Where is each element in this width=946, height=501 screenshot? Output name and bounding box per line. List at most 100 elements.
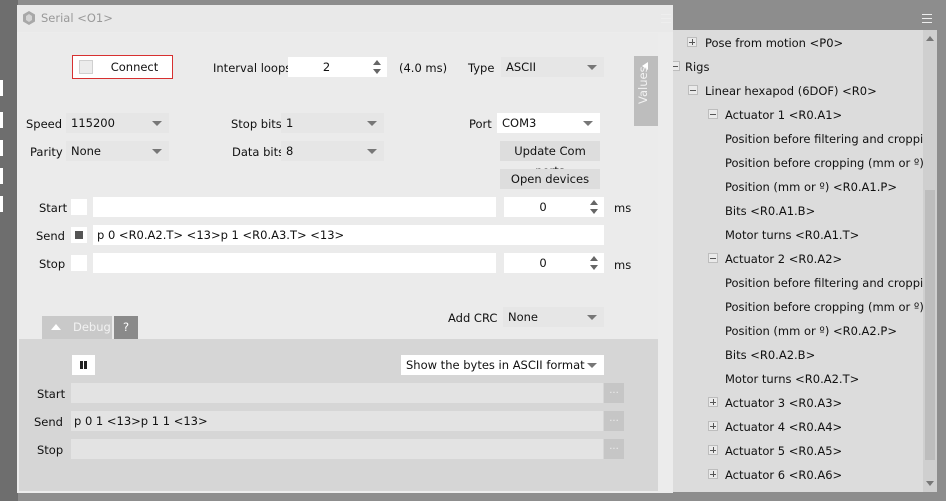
- start-label: Start: [39, 201, 68, 215]
- debug-tab[interactable]: Debug: [42, 316, 112, 339]
- type-label: Type: [468, 61, 495, 75]
- tree-item[interactable]: Position before cropping (mm or º) <R0.A…: [725, 300, 923, 314]
- start-checkbox[interactable]: [71, 199, 87, 215]
- values-tab[interactable]: Values: [634, 56, 658, 126]
- help-button[interactable]: ?: [114, 316, 138, 339]
- expand-icon[interactable]: [708, 469, 718, 479]
- stop-bits-select[interactable]: 1: [281, 113, 384, 133]
- port-value: COM3: [502, 116, 537, 130]
- tree-item[interactable]: Position before cropping (mm or º) <R0.A…: [725, 156, 923, 170]
- tree-item[interactable]: Bits <R0.A2.B>: [725, 348, 815, 362]
- interval-loops-value: 2: [322, 60, 331, 74]
- stepper-up-icon[interactable]: [590, 256, 598, 261]
- tree-item[interactable]: Linear hexapod (6DOF) <R0>: [705, 84, 877, 98]
- collapse-icon[interactable]: [673, 61, 680, 71]
- tree-item[interactable]: Actuator 2 <R0.A2>: [725, 252, 842, 266]
- collapse-icon[interactable]: [708, 109, 718, 119]
- background-mark: [0, 112, 3, 128]
- background-mark: [0, 168, 3, 184]
- collapse-icon[interactable]: [688, 85, 698, 95]
- debug-send-output: p 0 1 <13>p 1 1 <13>: [71, 411, 603, 431]
- tree-scrollbar[interactable]: [923, 30, 937, 492]
- expand-icon[interactable]: [687, 37, 697, 47]
- window-titlebar[interactable]: Serial <O1>: [17, 5, 673, 32]
- scrollbar-thumb[interactable]: [925, 190, 935, 460]
- send-label: Send: [36, 229, 65, 243]
- expand-icon[interactable]: [708, 445, 718, 455]
- send-checkbox[interactable]: [71, 227, 87, 243]
- chevron-down-icon: [587, 315, 597, 320]
- interval-loops-stepper[interactable]: 2: [288, 57, 387, 77]
- tree-item[interactable]: Pose from motion <P0>: [705, 36, 843, 50]
- debug-stop-label: Stop: [37, 443, 64, 457]
- tree-item[interactable]: Position (mm or º) <R0.A1.P>: [725, 180, 897, 194]
- stop-label: Stop: [39, 257, 66, 271]
- tree-item[interactable]: Bits <R0.A1.B>: [725, 204, 815, 218]
- tree-item[interactable]: Actuator 3 <R0.A3>: [725, 396, 842, 410]
- stop-delay-value: 0: [539, 256, 547, 270]
- values-tab-label: Values: [636, 66, 650, 104]
- chevron-down-icon: [152, 121, 162, 126]
- background-left: [0, 0, 18, 501]
- connect-button[interactable]: Connect: [72, 55, 173, 79]
- stop-command-input[interactable]: [93, 253, 496, 273]
- menu-icon[interactable]: [661, 14, 671, 24]
- arrow-up-icon: [51, 324, 61, 330]
- menu-icon[interactable]: [922, 14, 932, 24]
- type-value: ASCII: [506, 60, 536, 74]
- expand-icon[interactable]: [708, 397, 718, 407]
- debug-format-select[interactable]: Show the bytes in ASCII format: [401, 355, 604, 375]
- debug-start-browse-button[interactable]: ...: [604, 383, 624, 403]
- stepper-down-icon[interactable]: [373, 69, 381, 74]
- parity-select[interactable]: None: [66, 141, 169, 161]
- connect-label: Connect: [110, 60, 159, 74]
- stop-bits-label: Stop bits: [231, 117, 282, 131]
- speed-select[interactable]: 115200: [66, 113, 169, 133]
- tree-item[interactable]: Motor turns <R0.A1.T>: [725, 228, 859, 242]
- parity-label: Parity: [30, 145, 63, 159]
- tree-item[interactable]: Actuator 1 <R0.A1>: [725, 108, 842, 122]
- window-title: Serial <O1>: [41, 11, 113, 25]
- stop-delay-stepper[interactable]: 0: [504, 253, 604, 273]
- add-crc-select[interactable]: None: [503, 307, 604, 327]
- collapse-icon[interactable]: [708, 253, 718, 263]
- tree-item[interactable]: Actuator 6 <R0.A6>: [725, 468, 842, 482]
- speed-label: Speed: [26, 117, 63, 131]
- port-label: Port: [469, 117, 492, 131]
- connect-checkbox[interactable]: [79, 60, 93, 74]
- stepper-up-icon[interactable]: [373, 60, 381, 65]
- tree-item[interactable]: Position before filtering and cropping (…: [725, 276, 923, 290]
- stop-bits-value: 1: [286, 116, 294, 130]
- send-command-input[interactable]: p 0 <R0.A2.T> <13>p 1 <R0.A3.T> <13>: [93, 225, 604, 245]
- update-com-ports-button[interactable]: Update Com ports: [500, 141, 600, 178]
- values-tree: Pose from motion <P0> Rigs Linear hexapo…: [673, 30, 923, 492]
- scroll-up-icon[interactable]: [926, 36, 934, 41]
- start-delay-stepper[interactable]: 0: [504, 197, 604, 217]
- chevron-down-icon: [587, 363, 597, 368]
- pause-button[interactable]: [72, 355, 95, 375]
- type-select[interactable]: ASCII: [501, 57, 604, 77]
- stepper-up-icon[interactable]: [590, 200, 598, 205]
- right-panel-header: [673, 0, 946, 30]
- tree-item[interactable]: Rigs: [685, 60, 709, 74]
- start-delay-value: 0: [539, 200, 547, 214]
- tree-item[interactable]: Motor turns <R0.A2.T>: [725, 372, 859, 386]
- scroll-down-icon[interactable]: [926, 481, 934, 486]
- stepper-down-icon[interactable]: [590, 265, 598, 270]
- debug-send-browse-button[interactable]: ...: [604, 411, 624, 431]
- expand-icon[interactable]: [708, 421, 718, 431]
- start-command-input[interactable]: [93, 197, 496, 217]
- app-logo-icon: [23, 11, 35, 25]
- data-bits-select[interactable]: 8: [281, 141, 384, 161]
- port-select[interactable]: COM3: [497, 113, 600, 133]
- tree-item[interactable]: Position before filtering and cropping (…: [725, 132, 923, 146]
- add-crc-value: None: [508, 310, 539, 324]
- open-devices-button[interactable]: Open devices: [500, 169, 600, 189]
- debug-stop-browse-button[interactable]: ...: [604, 439, 624, 459]
- tree-item[interactable]: Actuator 4 <R0.A4>: [725, 420, 842, 434]
- stepper-down-icon[interactable]: [590, 209, 598, 214]
- stop-checkbox[interactable]: [71, 255, 87, 271]
- tree-item[interactable]: Actuator 5 <R0.A5>: [725, 444, 842, 458]
- tree-item[interactable]: Position (mm or º) <R0.A2.P>: [725, 324, 897, 338]
- chevron-down-icon: [367, 149, 377, 154]
